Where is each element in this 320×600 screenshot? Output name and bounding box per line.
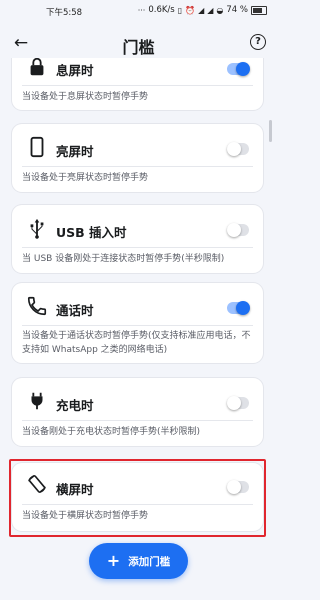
- usb-icon: [30, 218, 44, 239]
- card-desc: 当设备处于息屏状态时暂停手势: [22, 92, 149, 102]
- card-title: USB 插入时: [56, 225, 127, 240]
- toggle-usb[interactable]: [227, 223, 249, 237]
- vibrate-icon: ▯: [177, 5, 183, 15]
- lock-icon: [30, 58, 44, 76]
- alarm-icon: ⏰: [185, 5, 196, 15]
- toggle-knob: [236, 62, 250, 76]
- help-button[interactable]: ?: [250, 34, 266, 50]
- card-desc: 当设备处于通话状态时暂停手势(仅支持标准应用电话，不支持如 WhatsApp 之…: [22, 331, 251, 355]
- card-screen-on: 亮屏时 当设备处于亮屏状态时暂停手势: [12, 124, 263, 192]
- toggle-knob: [227, 396, 241, 410]
- plug-icon: [31, 392, 43, 410]
- card-title: 充电时: [56, 398, 94, 413]
- card-title: 亮屏时: [56, 144, 94, 159]
- toggle-screen-on[interactable]: [227, 142, 249, 156]
- toggle-knob: [227, 142, 241, 156]
- dots-icon: ···: [137, 5, 146, 15]
- divider: [22, 247, 253, 248]
- card-desc: 当设备处于亮屏状态时暂停手势: [22, 173, 149, 183]
- divider: [22, 85, 253, 86]
- signal-icon: ◢: [198, 5, 205, 15]
- toggle-screen-off[interactable]: [227, 62, 250, 76]
- signal-icon-2: ◢: [207, 5, 214, 15]
- card-title: 息屏时: [56, 63, 94, 78]
- net-speed: 0.6K/s: [148, 5, 175, 15]
- card-desc: 当设备刚处于充电状态时暂停手势(半秒限制): [22, 427, 201, 437]
- add-threshold-label: 添加门槛: [128, 555, 171, 568]
- toggle-call[interactable]: [227, 301, 250, 315]
- scrollbar-thumb[interactable]: [269, 120, 272, 142]
- battery-icon: [251, 5, 267, 15]
- divider: [22, 166, 253, 167]
- status-bar: 下午5:58 ··· 0.6K/s ▯ ⏰ ◢ ◢ ◒ 74 %: [0, 0, 277, 24]
- status-icons: ··· 0.6K/s ▯ ⏰ ◢ ◢ ◒ 74 %: [138, 5, 267, 15]
- card-charging: 充电时 当设备刚处于充电状态时暂停手势(半秒限制): [12, 378, 263, 446]
- toggle-knob: [236, 301, 250, 315]
- battery-percent: 74 %: [226, 5, 248, 15]
- toggle-charging[interactable]: [227, 396, 249, 410]
- card-title: 通话时: [56, 303, 94, 318]
- status-time: 下午5:58: [46, 8, 83, 18]
- card-desc: 当 USB 设备刚处于连接状态时暂停手势(半秒限制): [22, 254, 225, 264]
- page-title: 门槛: [122, 38, 155, 57]
- highlight-box: [9, 459, 266, 537]
- help-circle-icon: ?: [255, 36, 261, 47]
- card-screen-off: 息屏时 当设备处于息屏状态时暂停手势: [12, 58, 263, 110]
- divider: [22, 420, 253, 421]
- plus-icon: +: [106, 551, 121, 570]
- phone-icon: [30, 136, 44, 158]
- phone-call-icon: [27, 296, 47, 316]
- divider: [22, 325, 253, 326]
- add-threshold-button[interactable]: + 添加门槛: [89, 543, 188, 579]
- card-usb: USB 插入时 当 USB 设备刚处于连接状态时暂停手势(半秒限制): [12, 205, 263, 273]
- wifi-icon: ◒: [216, 5, 224, 15]
- card-call: 通话时 当设备处于通话状态时暂停手势(仅支持标准应用电话，不支持如 WhatsA…: [12, 283, 263, 363]
- toggle-knob: [227, 223, 241, 237]
